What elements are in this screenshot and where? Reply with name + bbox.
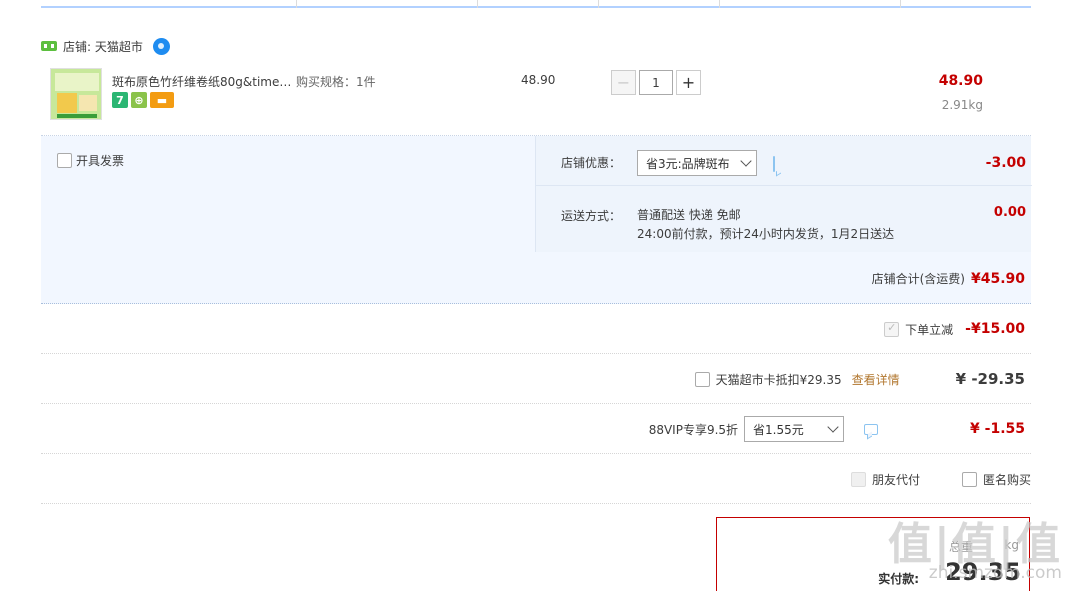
invoice-label: 开具发票	[76, 154, 125, 168]
message-icon[interactable]	[864, 423, 879, 435]
quantity-stepper: − 1 +	[611, 70, 701, 95]
chevron-down-icon	[740, 155, 752, 167]
tmall-card-label: 天猫超市卡抵扣¥29.35	[715, 372, 842, 387]
shop-promo-row: 店铺优惠： 省3元:品牌斑布 -3.00	[536, 136, 1032, 186]
tmall-card-checkbox[interactable]	[694, 371, 710, 387]
shop-promo-label: 店铺优惠：	[561, 156, 622, 170]
shop-promo-amount: -3.00	[985, 155, 1026, 171]
invoice-checkbox[interactable]	[57, 153, 72, 168]
instant-discount-row: 下单立减 -¥15.00	[41, 304, 1031, 354]
vip-discount-row: 88VIP专享9.5折 省1.55元 ¥ -1.55	[41, 404, 1031, 454]
product-title[interactable]: 斑布原色竹纤维卷纸80g&times;...	[112, 73, 292, 90]
vip-discount-label: 88VIP专享9.5折	[648, 422, 739, 437]
shipping-method: 普通配送 快递 免邮	[637, 208, 741, 222]
cart-item-row: 斑布原色竹纤维卷纸80g&times;... 7 ⊕ ▬ 购买规格：1件 48.…	[41, 60, 1031, 136]
tmall-shop-icon	[41, 41, 57, 51]
table-header-strip	[41, 0, 1031, 8]
header-divider	[719, 0, 720, 8]
quantity-input[interactable]: 1	[639, 70, 673, 95]
message-icon[interactable]	[773, 156, 775, 172]
tmall-card-row: 天猫超市卡抵扣¥29.35 查看详情 ¥ -29.35	[41, 354, 1031, 404]
friend-pay-label: 朋友代付	[871, 472, 920, 487]
shipping-label: 运送方式：	[561, 209, 622, 223]
increase-quantity-button[interactable]: +	[676, 70, 701, 95]
anonymous-label: 匿名购买	[982, 472, 1031, 487]
chevron-down-icon	[827, 421, 839, 433]
wangwang-chat-icon[interactable]	[152, 37, 170, 55]
guarantee-icon[interactable]: ⊕	[131, 92, 147, 108]
shop-header: 店铺: 天猫超市	[41, 36, 170, 56]
watermark-url: zhi.smzdm.com	[928, 563, 1062, 583]
header-divider	[900, 0, 901, 8]
seven-day-return-icon[interactable]: 7	[112, 92, 128, 108]
item-weight: 2.91kg	[941, 98, 983, 112]
shop-total-value: ¥45.90	[970, 270, 1025, 287]
decrease-quantity-button[interactable]: −	[611, 70, 636, 95]
header-divider	[598, 0, 599, 8]
vip-discount-value: ¥ -1.55	[970, 421, 1025, 437]
invoice-option[interactable]: 开具发票	[57, 152, 124, 169]
shipping-amount: 0.00	[993, 205, 1026, 220]
shop-promo-shipping-box: 店铺优惠： 省3元:品牌斑布 -3.00 运送方式： 普通配送 快递 免邮 24…	[535, 136, 1032, 252]
product-thumbnail[interactable]	[50, 68, 102, 120]
instant-discount-value: -¥15.00	[965, 321, 1025, 337]
payment-label: 实付款:	[878, 572, 919, 586]
shipping-note: 24:00前付款，预计24小时内发货，1月2日送达	[637, 227, 895, 241]
shop-promo-select[interactable]: 省3元:品牌斑布	[637, 150, 757, 176]
tmall-card-value: ¥ -29.35	[955, 370, 1025, 388]
anonymous-checkbox[interactable]	[961, 471, 977, 487]
credit-card-icon[interactable]: ▬	[150, 92, 174, 108]
payment-options-row: 朋友代付 匿名购买	[41, 454, 1031, 504]
instant-discount-label: 下单立减	[905, 322, 954, 337]
item-subtotal: 48.90	[938, 73, 983, 89]
friend-pay-checkbox	[850, 471, 866, 487]
product-spec: 购买规格：1件	[296, 75, 376, 89]
shop-name[interactable]: 店铺: 天猫超市	[63, 38, 143, 55]
unit-price: 48.90	[521, 73, 556, 87]
shop-total: 店铺合计(含运费) ¥45.90	[872, 270, 1025, 287]
shop-total-label: 店铺合计(含运费)	[871, 272, 965, 286]
instant-discount-checkbox	[884, 321, 900, 337]
view-details-link[interactable]: 查看详情	[852, 371, 900, 388]
service-badges: 7 ⊕ ▬	[112, 92, 174, 108]
header-divider	[296, 0, 297, 8]
vip-discount-select[interactable]: 省1.55元	[744, 416, 845, 442]
order-options-panel: 开具发票 店铺优惠： 省3元:品牌斑布 -3.00 运送方式： 普通配送 快递 …	[41, 136, 1032, 304]
header-divider	[477, 0, 478, 8]
vip-discount-selected: 省1.55元	[753, 422, 804, 437]
shop-promo-selected: 省3元:品牌斑布	[646, 156, 730, 171]
shipping-row: 运送方式： 普通配送 快递 免邮 24:00前付款，预计24小时内发货，1月2日…	[536, 187, 1032, 252]
